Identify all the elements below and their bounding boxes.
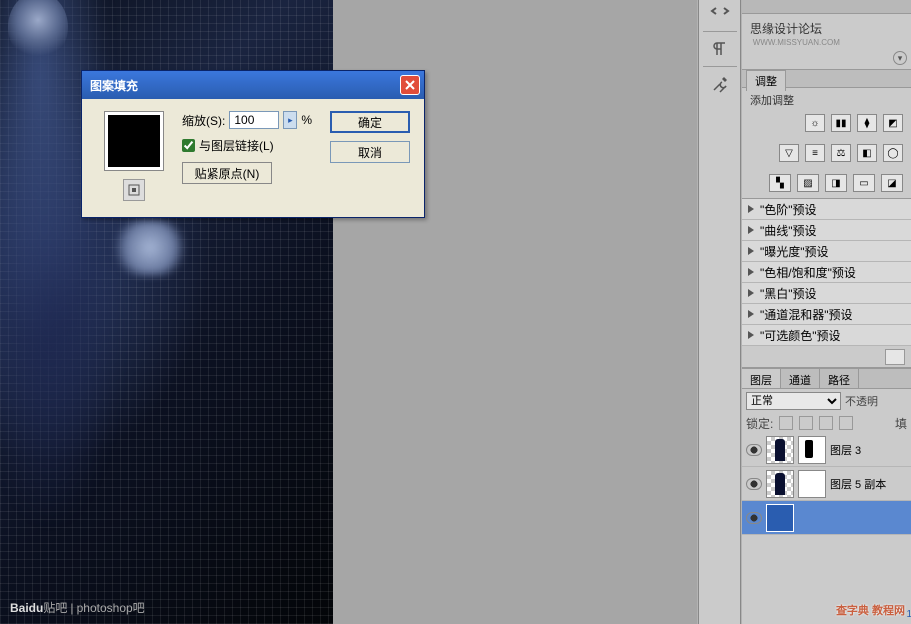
exposure-icon[interactable]: ◩ <box>883 114 903 132</box>
layer-row-selected[interactable] <box>742 501 911 535</box>
gradient-map-icon[interactable]: ▭ <box>853 174 875 192</box>
chevron-right-icon <box>748 310 754 318</box>
brightness-icon[interactable]: ☼ <box>805 114 825 132</box>
tools-icon[interactable] <box>705 72 735 96</box>
visibility-icon[interactable] <box>746 512 762 524</box>
chevron-right-icon <box>748 268 754 276</box>
snap-origin-button[interactable]: 贴紧原点(N) <box>182 162 272 184</box>
layer-row[interactable]: 图层 5 副本 <box>742 467 911 501</box>
opacity-label: 不透明 <box>845 393 878 409</box>
preset-footer <box>742 346 911 368</box>
pattern-swatch[interactable] <box>104 111 164 171</box>
tab-layers[interactable]: 图层 <box>742 369 781 388</box>
pattern-fill-dialog: 图案填充 缩放(S): % 与图层链接(L) 贴紧原点(N) <box>81 70 425 218</box>
preset-exposure[interactable]: "曝光度"预设 <box>742 241 911 262</box>
layer-list: 图层 3 图层 5 副本 <box>742 433 911 624</box>
chevron-right-icon <box>748 205 754 213</box>
preset-channel-mixer[interactable]: "通道混和器"预设 <box>742 304 911 325</box>
adjust-icons-row-1: ☼ ▮▮ ⧫ ◩ <box>742 108 911 138</box>
preset-hue-sat[interactable]: "色相/饱和度"预设 <box>742 262 911 283</box>
hue-icon[interactable]: ≡ <box>805 144 825 162</box>
dialog-body: 缩放(S): % 与图层链接(L) 贴紧原点(N) 确定 取消 <box>82 99 424 217</box>
balance-icon[interactable]: ⚖ <box>831 144 851 162</box>
threshold-icon[interactable]: ◨ <box>825 174 847 192</box>
close-button[interactable] <box>400 75 420 95</box>
bw-icon[interactable]: ◧ <box>857 144 877 162</box>
forum-info: 思缘设计论坛 WWW.MISSYUAN.COM ▾ <box>742 14 911 70</box>
chevron-right-icon <box>748 226 754 234</box>
scale-input[interactable] <box>229 111 279 129</box>
layer-thumbnail[interactable] <box>766 436 794 464</box>
link-with-layer-checkbox[interactable] <box>182 139 195 152</box>
layer-thumbnail[interactable] <box>766 470 794 498</box>
blend-mode-select[interactable]: 正常 <box>746 392 841 410</box>
preset-curves[interactable]: "曲线"预设 <box>742 220 911 241</box>
lock-pixels-icon[interactable] <box>779 416 793 430</box>
expand-icon[interactable] <box>705 2 735 26</box>
adjustments-tab-row: 调整 <box>742 70 911 88</box>
fill-label: 填 <box>895 415 907 432</box>
scale-stepper[interactable] <box>283 111 297 129</box>
link-with-layer-label: 与图层链接(L) <box>199 137 274 154</box>
adjust-icons-row-3: ▚ ▨ ◨ ▭ ◪ <box>742 168 911 198</box>
paragraph-icon[interactable] <box>705 37 735 61</box>
invert-icon[interactable]: ▚ <box>769 174 791 192</box>
selective-color-icon[interactable]: ◪ <box>881 174 903 192</box>
tab-paths[interactable]: 路径 <box>820 369 859 388</box>
preset-bw[interactable]: "黑白"预设 <box>742 283 911 304</box>
ok-button[interactable]: 确定 <box>330 111 410 133</box>
dropdown-icon[interactable]: ▾ <box>893 51 907 65</box>
right-toolbar <box>698 0 741 624</box>
curves-icon[interactable]: ⧫ <box>857 114 877 132</box>
panels-column: 思缘设计论坛 WWW.MISSYUAN.COM ▾ 调整 添加调整 ☼ ▮▮ ⧫… <box>742 0 911 624</box>
chevron-right-icon <box>748 331 754 339</box>
tab-channels[interactable]: 通道 <box>781 369 820 388</box>
layer-name[interactable]: 图层 3 <box>830 442 861 458</box>
visibility-icon[interactable] <box>746 444 762 456</box>
preset-levels[interactable]: "色阶"预设 <box>742 199 911 220</box>
snap-icon[interactable] <box>123 179 145 201</box>
link-with-layer-row: 与图层链接(L) <box>182 137 322 154</box>
preset-list: "色阶"预设 "曲线"预设 "曝光度"预设 "色相/饱和度"预设 "黑白"预设 … <box>742 198 911 346</box>
watermark-left: Baidu贴吧 | photoshop吧 <box>10 599 145 616</box>
visibility-icon[interactable] <box>746 478 762 490</box>
watermark-right: 查字典 教程网 <box>836 602 905 618</box>
layers-panel-tabs: 图层 通道 路径 <box>742 369 911 389</box>
panel-grip[interactable] <box>742 0 911 14</box>
snap-to-origin-icon <box>127 183 141 197</box>
vibrance-icon[interactable]: ▽ <box>779 144 799 162</box>
cancel-button[interactable]: 取消 <box>330 141 410 163</box>
lock-all-icon[interactable] <box>839 416 853 430</box>
figure-hand <box>115 220 185 275</box>
new-adjustment-icon[interactable] <box>885 349 905 365</box>
layers-panel: 图层 通道 路径 正常 不透明 锁定: 填 图层 3 <box>742 368 911 624</box>
levels-icon[interactable]: ▮▮ <box>831 114 851 132</box>
layer-mask-thumbnail[interactable] <box>798 436 826 464</box>
layer-mask-thumbnail[interactable] <box>798 470 826 498</box>
lock-row: 锁定: 填 <box>742 413 911 433</box>
dialog-title: 图案填充 <box>90 77 138 94</box>
blend-opacity-row: 正常 不透明 <box>742 389 911 413</box>
scale-label: 缩放(S): <box>182 112 225 129</box>
preset-selective-color[interactable]: "可选颜色"预设 <box>742 325 911 346</box>
percent-label: % <box>301 113 312 127</box>
layer-thumbnail[interactable] <box>766 504 794 532</box>
adjust-icons-row-2: ▽ ≡ ⚖ ◧ ◯ <box>742 138 911 168</box>
posterize-icon[interactable]: ▨ <box>797 174 819 192</box>
layer-name[interactable]: 图层 5 副本 <box>830 476 886 492</box>
scale-row: 缩放(S): % <box>182 111 322 129</box>
dialog-title-bar[interactable]: 图案填充 <box>82 71 424 99</box>
lock-brush-icon[interactable] <box>799 416 813 430</box>
add-adjustment-label: 添加调整 <box>742 88 911 108</box>
chevron-right-icon <box>748 289 754 297</box>
lock-move-icon[interactable] <box>819 416 833 430</box>
lock-label: 锁定: <box>746 415 773 432</box>
chevron-right-icon <box>748 247 754 255</box>
side-number: 1 <box>906 609 911 620</box>
photo-filter-icon[interactable]: ◯ <box>883 144 903 162</box>
layer-row[interactable]: 图层 3 <box>742 433 911 467</box>
close-icon <box>404 79 416 91</box>
